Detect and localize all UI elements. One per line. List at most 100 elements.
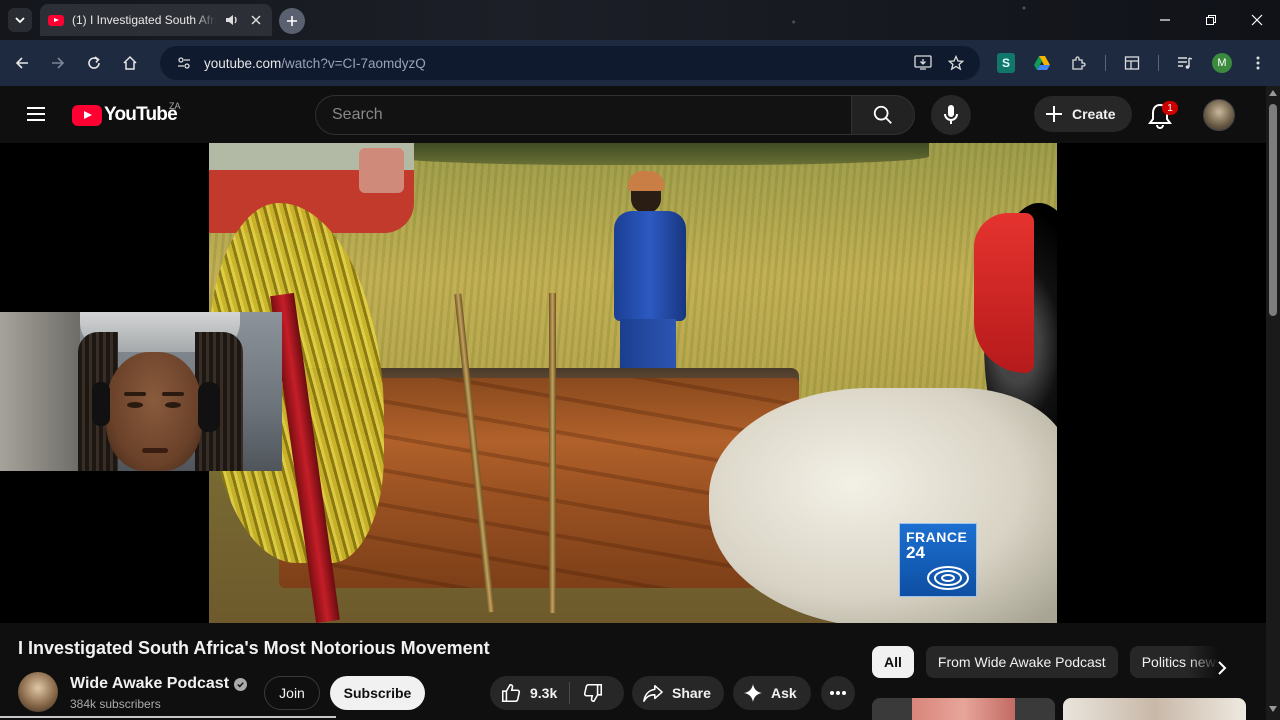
scroll-up-arrow[interactable] xyxy=(1269,90,1277,96)
toolbar-divider xyxy=(1105,55,1106,71)
create-label: Create xyxy=(1072,106,1116,122)
chip-all[interactable]: All xyxy=(872,646,914,678)
eye xyxy=(165,402,181,408)
new-tab-button[interactable] xyxy=(279,8,305,34)
side-panel-button[interactable] xyxy=(1120,51,1144,75)
channel-avatar[interactable] xyxy=(18,672,58,712)
eye xyxy=(127,402,143,408)
subscribe-button[interactable]: Subscribe xyxy=(330,676,425,710)
playlist-music-icon xyxy=(1178,57,1193,69)
close-window-button[interactable] xyxy=(1245,8,1269,32)
ask-button[interactable]: Ask xyxy=(733,676,811,710)
orange-cap xyxy=(628,171,664,191)
chip-from-channel[interactable]: From Wide Awake Podcast xyxy=(925,646,1118,678)
thumbs-up-icon xyxy=(501,683,521,703)
like-dislike-bar: 9.3k xyxy=(490,676,624,710)
tab-title: (1) I Investigated South Africa's Most N… xyxy=(72,13,216,27)
recommended-thumbnail[interactable] xyxy=(872,698,1055,720)
search-button[interactable] xyxy=(851,95,915,135)
share-button[interactable]: Share xyxy=(632,676,724,710)
browser-tab[interactable]: (1) I Investigated South Africa's Most N… xyxy=(40,4,272,36)
search-input[interactable] xyxy=(332,106,852,124)
chips-next-button[interactable] xyxy=(1208,654,1236,682)
back-button[interactable] xyxy=(10,51,34,75)
install-icon xyxy=(914,55,932,70)
arrow-right-icon xyxy=(52,57,65,69)
youtube-masthead: YouTube ZA Create 1 xyxy=(0,86,1266,143)
channel-name[interactable]: Wide Awake Podcast xyxy=(70,675,229,693)
reload-icon xyxy=(88,56,100,69)
arrow-left-icon xyxy=(15,57,28,69)
more-vertical-icon xyxy=(1256,56,1260,70)
metal-bar xyxy=(549,293,556,613)
voice-search-button[interactable] xyxy=(931,95,971,135)
video-title: I Investigated South Africa's Most Notor… xyxy=(18,638,490,658)
profile-avatar[interactable]: M xyxy=(1212,53,1232,73)
browser-toolbar: youtube.com/watch?v=CI-7aomdyzQ S M xyxy=(0,40,1280,86)
like-count: 9.3k xyxy=(530,685,558,701)
scroll-down-arrow[interactable] xyxy=(1269,706,1277,712)
like-button[interactable]: 9.3k xyxy=(490,676,557,710)
youtube-logo[interactable]: YouTube xyxy=(72,104,178,126)
webcam-overlay xyxy=(0,312,282,471)
install-app-button[interactable] xyxy=(911,51,935,75)
home-icon xyxy=(123,55,137,70)
more-horizontal-icon xyxy=(830,691,846,695)
close-icon xyxy=(251,15,261,25)
user-avatar[interactable] xyxy=(1203,99,1235,131)
country-code: ZA xyxy=(169,101,181,111)
site-info-button[interactable] xyxy=(172,51,196,75)
channel-name-row[interactable]: Wide Awake Podcast xyxy=(70,675,248,693)
page-bottom-line xyxy=(0,716,336,718)
reload-button[interactable] xyxy=(82,51,106,75)
browser-menu-button[interactable] xyxy=(1246,51,1270,75)
speaker-icon[interactable] xyxy=(224,12,240,28)
drive-extension-button[interactable] xyxy=(1030,51,1054,75)
white-cloth xyxy=(709,388,1057,623)
streamer-face xyxy=(106,352,202,471)
forward-button[interactable] xyxy=(46,51,70,75)
restore-button[interactable] xyxy=(1199,8,1223,32)
dislike-button[interactable] xyxy=(570,676,604,710)
broadcast-waves-icon xyxy=(927,566,969,590)
extensions-button[interactable] xyxy=(1066,51,1090,75)
recommended-thumbnail[interactable] xyxy=(1063,698,1246,720)
browser-tab-strip: (1) I Investigated South Africa's Most N… xyxy=(0,0,1280,40)
scrollbar-thumb[interactable] xyxy=(1269,104,1277,316)
sparkle-icon xyxy=(744,684,762,702)
thumbs-down-icon xyxy=(584,683,603,703)
puzzle-icon xyxy=(1072,56,1086,70)
side-panel-icon xyxy=(1124,56,1140,70)
ask-label: Ask xyxy=(771,685,797,701)
video-frame: FRANCE 24 xyxy=(209,143,1057,623)
join-button[interactable]: Join xyxy=(264,676,320,710)
address-bar[interactable]: youtube.com/watch?v=CI-7aomdyzQ xyxy=(160,46,980,80)
mouth xyxy=(142,448,168,453)
more-actions-button[interactable] xyxy=(821,676,855,710)
red-tail-light xyxy=(974,213,1034,373)
chevron-down-icon xyxy=(15,17,25,24)
extension-s-button[interactable]: S xyxy=(997,53,1015,73)
tree-line xyxy=(389,143,929,165)
page-scrollbar[interactable] xyxy=(1266,86,1280,720)
search-icon xyxy=(873,105,892,124)
thumbnail-image xyxy=(912,698,1015,720)
menu-icon[interactable] xyxy=(24,102,48,126)
headset-left xyxy=(92,382,110,426)
wall-background xyxy=(0,312,80,471)
media-controls-button[interactable] xyxy=(1173,51,1197,75)
video-player[interactable]: FRANCE 24 xyxy=(0,143,1266,623)
subscriber-count: 384k subscribers xyxy=(70,697,161,711)
url-text[interactable]: youtube.com/watch?v=CI-7aomdyzQ xyxy=(204,56,426,71)
eyebrow xyxy=(124,392,146,396)
bookmark-button[interactable] xyxy=(944,51,968,75)
tab-search-button[interactable] xyxy=(8,8,32,32)
create-button[interactable]: Create xyxy=(1034,96,1132,132)
man-in-blue-overalls xyxy=(606,171,686,379)
close-tab-button[interactable] xyxy=(248,12,264,28)
home-button[interactable] xyxy=(118,51,142,75)
watermark-line2: 24 xyxy=(906,543,925,562)
car-window xyxy=(359,148,404,193)
minimize-button[interactable] xyxy=(1153,8,1177,32)
url-host: youtube.com xyxy=(204,55,282,71)
